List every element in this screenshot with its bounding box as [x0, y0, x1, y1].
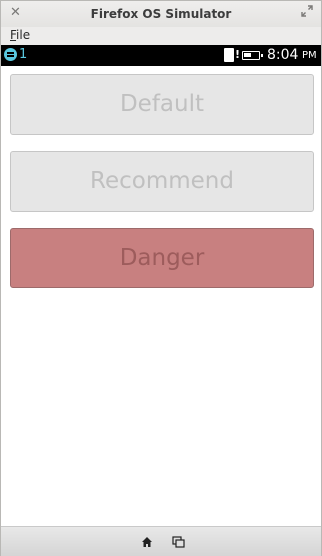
title-bar: ✕ Firefox OS Simulator: [1, 1, 321, 27]
clock-ampm: PM: [302, 50, 317, 61]
notification-count: 1: [19, 47, 28, 62]
home-icon[interactable]: [141, 536, 153, 548]
clock-time: 8:04: [267, 47, 299, 63]
battery-fill: [244, 53, 251, 57]
menu-file-label: ile: [16, 28, 31, 42]
simulator-window: ✕ Firefox OS Simulator File 1 ! 8:04 PM …: [0, 0, 322, 556]
window-title: Firefox OS Simulator: [90, 7, 232, 21]
menu-bar: File: [1, 27, 321, 45]
software-home-bar: [1, 526, 321, 556]
notification-icon[interactable]: [4, 48, 17, 61]
danger-button[interactable]: Danger: [10, 228, 314, 288]
sim-card-icon: [224, 48, 234, 62]
default-button[interactable]: Default: [10, 74, 314, 135]
maximize-icon[interactable]: [300, 4, 314, 18]
cards-icon[interactable]: [172, 536, 185, 548]
sim-alert-icon: !: [235, 48, 241, 61]
app-screen: Default Recommend Danger: [1, 66, 321, 526]
battery-icon: [242, 51, 263, 60]
menu-file[interactable]: File: [10, 27, 30, 43]
recommend-button[interactable]: Recommend: [10, 151, 314, 212]
phone-status-bar: 1 ! 8:04 PM: [1, 45, 321, 66]
